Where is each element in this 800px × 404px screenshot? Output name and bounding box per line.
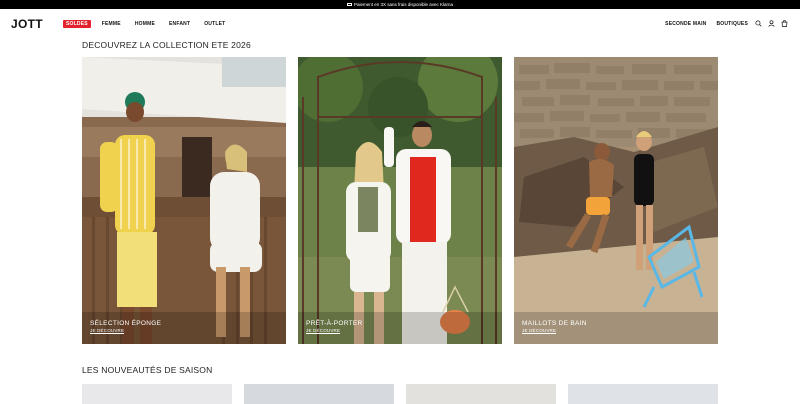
discover-link[interactable]: JE DÉCOUVRE xyxy=(522,328,557,334)
nav-item-homme[interactable]: HOMME xyxy=(135,21,155,27)
collection-card-pret-a-porter[interactable]: PRÊT-À-PORTER JE DÉCOUVRE xyxy=(298,57,502,344)
promo-banner[interactable]: Paiement en 3X sans frais disponible ave… xyxy=(0,0,800,9)
discover-link[interactable]: JE DÉCOUVRE xyxy=(306,328,341,334)
main-nav: SOLDES FEMME HOMME ENFANT OUTLET xyxy=(63,20,239,28)
eponge-photo xyxy=(82,57,286,344)
card-title: MAILLOTS DE BAIN xyxy=(522,320,587,327)
search-icon[interactable] xyxy=(755,20,762,27)
promo-text: Paiement en 3X sans frais disponible ave… xyxy=(353,2,454,7)
new-season-grid xyxy=(82,384,718,404)
new-season-title: LES NOUVEAUTÉS DE SAISON xyxy=(82,365,213,375)
header-icons xyxy=(755,20,788,27)
nav-item-soldes[interactable]: SOLDES xyxy=(63,20,91,28)
nav-item-boutiques[interactable]: BOUTIQUES xyxy=(716,21,748,27)
product-tile[interactable] xyxy=(568,384,718,404)
card-title: PRÊT-À-PORTER xyxy=(306,320,363,327)
site-header: JOTT SOLDES FEMME HOMME ENFANT OUTLET SE… xyxy=(0,9,800,39)
discover-link[interactable]: JE DÉCOUVRE xyxy=(90,328,125,334)
logo[interactable]: JOTT xyxy=(11,17,43,31)
nav-item-femme[interactable]: FEMME xyxy=(102,21,121,27)
collection-card-eponge[interactable]: SÉLECTION ÉPONGE JE DÉCOUVRE xyxy=(82,57,286,344)
nav-item-seconde-main[interactable]: SECONDE MAIN xyxy=(665,21,706,27)
collection-title: DECOUVREZ LA COLLECTION ETE 2026 xyxy=(82,40,251,50)
card-title: SÉLECTION ÉPONGE xyxy=(90,320,162,327)
credit-card-icon xyxy=(346,2,352,7)
maillots-de-bain-photo xyxy=(514,57,718,344)
account-icon[interactable] xyxy=(768,20,775,27)
product-tile[interactable] xyxy=(244,384,394,404)
collection-card-maillots-de-bain[interactable]: MAILLOTS DE BAIN JE DÉCOUVRE xyxy=(514,57,718,344)
product-tile[interactable] xyxy=(82,384,232,404)
nav-item-outlet[interactable]: OUTLET xyxy=(204,21,225,27)
product-tile[interactable] xyxy=(406,384,556,404)
secondary-nav: SECONDE MAIN BOUTIQUES xyxy=(665,21,748,27)
nav-item-enfant[interactable]: ENFANT xyxy=(169,21,190,27)
pret-a-porter-photo xyxy=(298,57,502,344)
cart-icon[interactable] xyxy=(781,20,788,27)
